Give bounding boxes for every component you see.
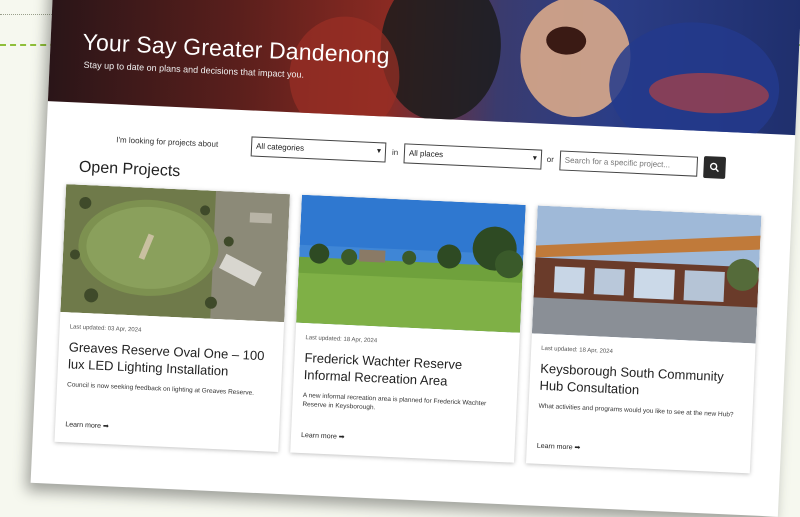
learn-more-link[interactable]: Learn more ➡ bbox=[301, 431, 345, 441]
last-updated: Last updated: 18 Apr, 2024 bbox=[541, 345, 613, 356]
in-label: in bbox=[391, 147, 399, 158]
last-updated: Last updated: 18 Apr, 2024 bbox=[305, 335, 378, 345]
project-description: A new informal recreation area is planne… bbox=[302, 392, 487, 412]
category-select-value: All categories bbox=[255, 141, 305, 153]
project-card[interactable]: Last updated: 18 Apr, 2024 Keysborough S… bbox=[525, 205, 762, 474]
category-select[interactable]: All categories ▾ bbox=[250, 136, 387, 163]
search-icon bbox=[709, 162, 719, 173]
community-hub-image bbox=[531, 205, 762, 344]
project-title[interactable]: Keysborough South Community Hub Consulta… bbox=[539, 360, 746, 403]
learn-more-link[interactable]: Learn more ➡ bbox=[65, 420, 109, 430]
search-button[interactable] bbox=[703, 155, 727, 179]
reserve-field-image bbox=[296, 194, 526, 333]
project-title[interactable]: Frederick Wachter Reserve Informal Recre… bbox=[303, 349, 510, 392]
website-screenshot: Your Say Greater Dandenong Stay up to da… bbox=[30, 0, 800, 517]
project-title[interactable]: Greaves Reserve Oval One – 100 lux LED L… bbox=[68, 338, 275, 381]
project-card[interactable]: Last updated: 18 Apr, 2024 Frederick Wac… bbox=[290, 194, 526, 463]
chevron-down-icon: ▾ bbox=[532, 153, 538, 163]
chevron-down-icon: ▾ bbox=[376, 146, 382, 156]
project-filter-bar: I'm looking for projects about All categ… bbox=[116, 130, 756, 181]
project-description: What activities and programs would you l… bbox=[538, 402, 734, 419]
section-title: Open Projects bbox=[78, 158, 181, 181]
project-card[interactable]: Last updated: 03 Apr, 2024 Greaves Reser… bbox=[54, 184, 290, 452]
filter-label: I'm looking for projects about bbox=[116, 135, 219, 149]
search-placeholder: Search for a specific project... bbox=[564, 155, 671, 170]
last-updated: Last updated: 03 Apr, 2024 bbox=[69, 324, 142, 334]
search-input[interactable]: Search for a specific project... bbox=[559, 150, 699, 177]
hero-banner: Your Say Greater Dandenong Stay up to da… bbox=[47, 0, 800, 136]
learn-more-link[interactable]: Learn more ➡ bbox=[537, 442, 581, 452]
place-select[interactable]: All places ▾ bbox=[403, 143, 543, 170]
or-label: or bbox=[546, 154, 555, 165]
project-description: Council is now seeking feedback on light… bbox=[66, 381, 255, 397]
place-select-value: All places bbox=[408, 148, 444, 160]
aerial-oval-image bbox=[60, 184, 290, 323]
